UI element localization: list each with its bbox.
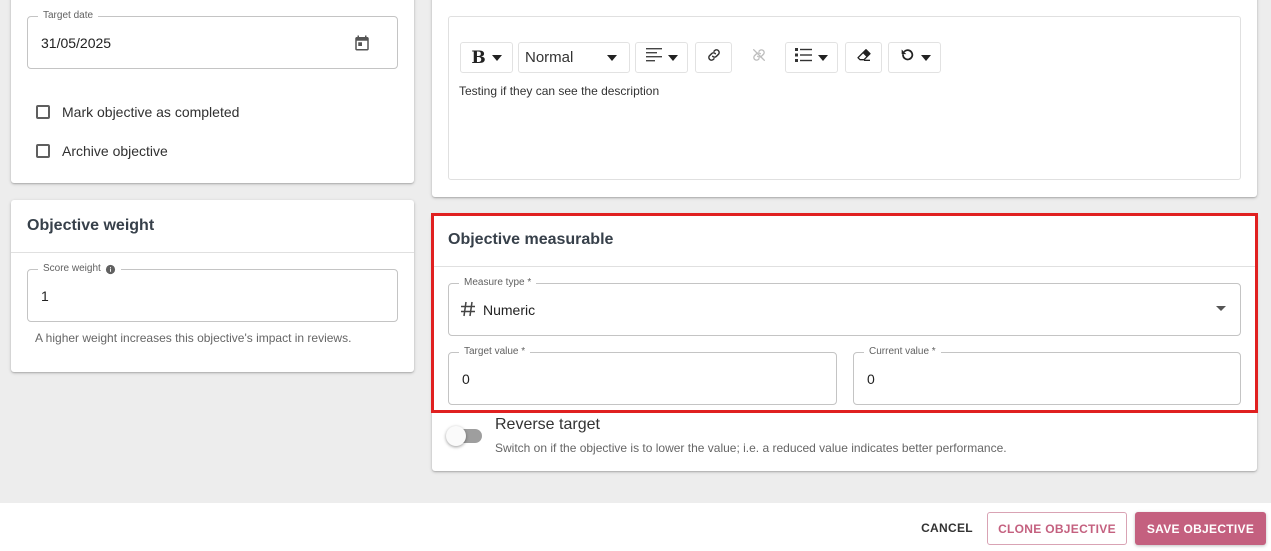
align-caret-icon xyxy=(667,54,678,61)
clone-objective-button[interactable]: CLONE OBJECTIVE xyxy=(987,512,1127,545)
score-weight-field[interactable]: Score weight 1 xyxy=(27,263,398,322)
bold-icon: B xyxy=(471,47,486,68)
objective-measurable-card: Objective measurable Measure type * Nume… xyxy=(432,214,1257,471)
reverse-target-description: Switch on if the objective is to lower t… xyxy=(495,441,1007,455)
mark-completed-label: Mark objective as completed xyxy=(62,104,240,120)
current-value-input: 0 xyxy=(867,371,875,387)
archive-checkbox[interactable] xyxy=(36,144,50,158)
list-caret-icon xyxy=(818,54,828,61)
calendar-icon[interactable] xyxy=(353,34,371,57)
objective-weight-card: Objective weight Score weight 1 A higher… xyxy=(11,200,414,372)
archive-label: Archive objective xyxy=(62,143,168,159)
align-button[interactable] xyxy=(635,42,688,73)
save-objective-button[interactable]: SAVE OBJECTIVE xyxy=(1135,512,1266,545)
weight-divider xyxy=(11,252,414,253)
footer-actions: CANCEL CLONE OBJECTIVE SAVE OBJECTIVE xyxy=(0,503,1271,551)
format-value: Normal xyxy=(525,49,574,66)
objective-weight-title: Objective weight xyxy=(27,217,155,234)
mark-completed-checkbox[interactable] xyxy=(36,105,50,119)
editor-content[interactable]: Testing if they can see the description xyxy=(459,84,659,98)
archive-option[interactable]: Archive objective xyxy=(36,143,168,159)
toggle-thumb xyxy=(446,426,466,446)
list-button[interactable] xyxy=(785,42,838,73)
reverse-target-toggle[interactable] xyxy=(446,426,484,446)
link-button[interactable] xyxy=(695,42,732,73)
score-weight-value: 1 xyxy=(41,288,49,304)
undo-button[interactable] xyxy=(888,42,941,73)
objective-measurable-title: Objective measurable xyxy=(448,231,614,248)
target-value-input: 0 xyxy=(462,371,470,387)
undo-caret-icon xyxy=(920,54,931,61)
format-caret-icon xyxy=(607,54,617,61)
current-value-field[interactable]: Current value * 0 xyxy=(853,346,1241,405)
mark-completed-option[interactable]: Mark objective as completed xyxy=(36,104,239,120)
target-date-value: 31/05/2025 xyxy=(41,35,112,51)
target-date-field[interactable]: Target date 31/05/2025 xyxy=(27,10,398,69)
reverse-target-title: Reverse target xyxy=(495,416,600,433)
bold-caret-icon xyxy=(491,54,502,61)
hash-icon xyxy=(460,301,476,322)
description-card: B Normal Testing if they can see the des… xyxy=(432,0,1257,197)
align-left-icon xyxy=(645,48,662,67)
clear-format-button[interactable] xyxy=(845,42,882,73)
target-value-field[interactable]: Target value * 0 xyxy=(448,346,837,405)
undo-icon xyxy=(899,47,915,69)
unlink-button[interactable] xyxy=(740,42,777,73)
measure-type-select[interactable]: Measure type * Numeric xyxy=(448,277,1241,336)
measure-type-value: Numeric xyxy=(483,302,536,318)
target-date-label: Target date xyxy=(38,10,99,22)
bullet-list-icon xyxy=(795,48,812,67)
rich-text-editor[interactable]: B Normal Testing if they can see the des… xyxy=(448,16,1241,180)
bold-button[interactable]: B xyxy=(460,42,513,73)
score-weight-label: Score weight xyxy=(43,263,101,274)
current-value-label: Current value * xyxy=(864,346,941,358)
cancel-button[interactable]: CANCEL xyxy=(915,511,979,544)
dropdown-arrow-icon[interactable] xyxy=(1216,306,1226,311)
measurable-divider xyxy=(432,266,1257,267)
eraser-icon xyxy=(856,47,872,68)
info-icon[interactable] xyxy=(105,264,116,275)
link-icon xyxy=(706,47,722,68)
unlink-icon xyxy=(751,47,767,68)
format-select[interactable]: Normal xyxy=(518,42,630,73)
measure-type-label: Measure type * xyxy=(459,277,537,289)
score-weight-helper: A higher weight increases this objective… xyxy=(35,331,352,345)
target-value-label: Target value * xyxy=(459,346,531,358)
